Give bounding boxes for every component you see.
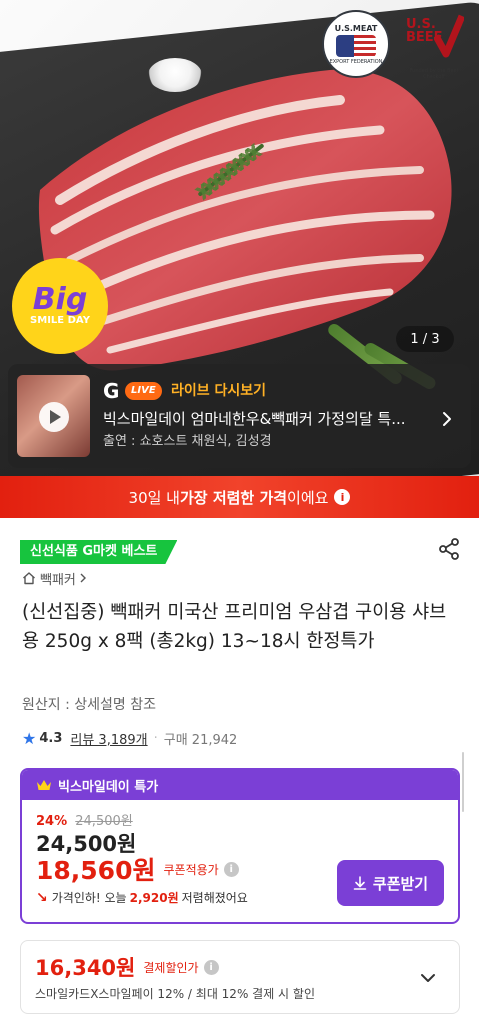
us-meat-logo-subtext: EXPORT FEDERATION xyxy=(329,58,383,65)
play-icon[interactable] xyxy=(39,402,69,432)
chevron-down-icon[interactable] xyxy=(419,969,437,987)
big-smile-day-title: Big xyxy=(32,282,88,317)
coupon-price: 18,560원 xyxy=(36,856,156,885)
us-meat-logo: U.S.MEAT EXPORT FEDERATION xyxy=(322,10,390,78)
g-live-logo: G LIVE xyxy=(103,380,162,402)
brand-name: 빽패커 xyxy=(40,572,76,588)
review-count-link[interactable]: 리뷰 3,189개 xyxy=(70,729,147,748)
get-coupon-label: 쿠폰받기 xyxy=(372,874,429,893)
coupon-price-label: 쿠폰적용가 xyxy=(163,862,219,877)
rating-row: ★ 4.3 리뷰 3,189개 · 구매 21,942 xyxy=(22,728,238,748)
discount-row: 24% 24,500원 xyxy=(36,810,133,829)
price-box: 빅스마일데이 특가 24% 24,500원 24,500원 18,560원 쿠폰… xyxy=(20,768,460,924)
chevron-right-icon[interactable] xyxy=(438,410,456,428)
divider: · xyxy=(153,730,158,746)
banner-text-pre: 30일 내 xyxy=(128,488,180,507)
rating-score: 4.3 xyxy=(39,730,63,746)
scrollbar[interactable] xyxy=(462,752,464,812)
product-origin: 원산지 : 상세설명 참조 xyxy=(22,697,156,713)
product-hero-image[interactable]: U.S.MEAT EXPORT FEDERATION U.S. BEEF Fun… xyxy=(0,0,479,476)
us-flag-icon xyxy=(336,34,376,57)
image-page-counter: 1 / 3 xyxy=(396,326,454,352)
live-description: 빅스마일데이 엄마네한우&빽패커 가정의달 특... xyxy=(103,410,406,428)
info-icon[interactable]: i xyxy=(334,489,351,505)
brand-link[interactable]: 빽패커 xyxy=(22,568,92,588)
payment-discount-desc: 스마일카드X스마일페이 12% / 최대 12% 결제 시 할인 xyxy=(35,987,315,1001)
price-drop-amount: 2,920원 xyxy=(129,891,179,905)
payment-discount-box[interactable]: 16,340원 결제할인가 i 스마일카드X스마일페이 12% / 최대 12%… xyxy=(20,940,460,1014)
chevron-right-icon xyxy=(80,573,86,583)
big-smile-day-subtitle: SMILE DAY xyxy=(30,315,90,326)
product-title: (신선집중) 빽패커 미국산 프리미엄 우삼겹 구이용 샤브용 250g x 8… xyxy=(22,602,447,652)
big-smile-day-badge: Big SMILE DAY xyxy=(12,258,108,354)
arrow-down-icon: ↘ xyxy=(36,889,48,906)
live-tag: LIVE xyxy=(125,382,162,400)
banner-text-post: 이에요 xyxy=(287,488,329,507)
live-video-thumbnail[interactable] xyxy=(17,375,90,457)
get-coupon-button[interactable]: 쿠폰받기 xyxy=(337,860,444,906)
price-drop-text-post: 저렴해졌어요 xyxy=(181,891,248,905)
banner-text-bold: 가장 저렴한 가격 xyxy=(180,488,288,507)
share-icon[interactable] xyxy=(437,537,461,561)
payment-discount-price: 16,340원 xyxy=(35,956,136,980)
original-price: 24,500원 xyxy=(75,814,133,829)
download-icon xyxy=(353,876,367,890)
purchase-count: 구매 21,942 xyxy=(163,732,238,748)
price-drop-notice: ↘ 가격인하! 오늘 2,920원 저렴해졌어요 xyxy=(36,889,248,906)
live-replay-card[interactable]: G LIVE 라이브 다시보기 빅스마일데이 엄마네한우&빽패커 가정의달 특.… xyxy=(8,364,471,468)
live-replay-title: 라이브 다시보기 xyxy=(171,383,267,399)
payment-price-row: 16,340원 결제할인가 i xyxy=(35,953,219,981)
price-drop-text-pre: 가격인하! 오늘 xyxy=(51,891,127,905)
live-host: 출연 : 쇼호스트 채원식, 김성경 xyxy=(103,434,272,449)
g-logo-letter: G xyxy=(103,379,120,403)
coupon-price-row: 18,560원 쿠폰적용가 i xyxy=(36,854,239,885)
price-header-label: 빅스마일데이 특가 xyxy=(58,779,159,795)
info-icon[interactable]: i xyxy=(223,861,239,877)
us-beef-logo: U.S. BEEF Funded by the Beef Checkoff xyxy=(400,12,468,80)
discount-percent: 24% xyxy=(36,814,68,829)
star-icon: ★ xyxy=(22,728,37,748)
price-header: 빅스마일데이 특가 xyxy=(22,770,458,800)
info-icon[interactable]: i xyxy=(203,959,219,975)
us-beef-logo-subtext: Funded by the Beef Checkoff xyxy=(409,68,459,80)
lowest-price-banner[interactable]: 30일 내 가장 저렴한 가격 이에요 i xyxy=(0,476,479,518)
checkmark-icon xyxy=(434,14,464,58)
home-icon xyxy=(23,572,35,585)
best-seller-badge: 신선식품 G마켓 베스트 xyxy=(20,540,177,564)
payment-discount-label: 결제할인가 xyxy=(143,960,199,975)
us-meat-logo-text: U.S.MEAT xyxy=(334,23,378,33)
crown-icon xyxy=(37,780,51,790)
